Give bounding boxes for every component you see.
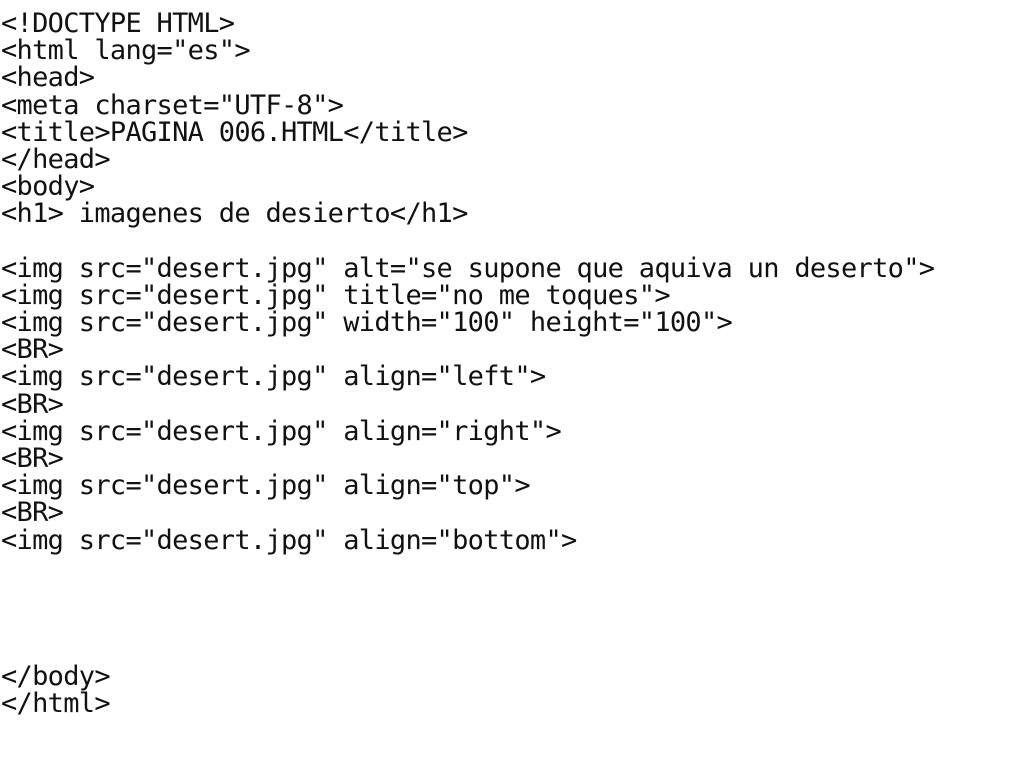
code-line-8[interactable]: <h1> imagenes de desierto</h1>: [0, 200, 1024, 227]
code-editor-text-area[interactable]: <!DOCTYPE HTML> <html lang="es"> <head> …: [0, 10, 1024, 768]
code-line-12[interactable]: <img src="desert.jpg" width="100" height…: [0, 309, 1024, 336]
code-line-20[interactable]: <img src="desert.jpg" align="bottom">: [0, 526, 1024, 553]
code-line-16[interactable]: <img src="desert.jpg" align="right">: [0, 418, 1024, 445]
code-line-25[interactable]: </body>: [0, 662, 1024, 689]
code-line-26[interactable]: </html>: [0, 689, 1024, 716]
code-line-13[interactable]: <BR>: [0, 336, 1024, 363]
code-line-15[interactable]: <BR>: [0, 390, 1024, 417]
code-line-4[interactable]: <meta charset="UTF-8">: [0, 91, 1024, 118]
code-line-14[interactable]: <img src="desert.jpg" align="left">: [0, 363, 1024, 390]
code-line-6[interactable]: </head>: [0, 146, 1024, 173]
code-line-19[interactable]: <BR>: [0, 499, 1024, 526]
code-line-21[interactable]: [0, 554, 1024, 581]
code-line-9[interactable]: [0, 228, 1024, 255]
code-line-10[interactable]: <img src="desert.jpg" alt="se supone que…: [0, 254, 1024, 281]
code-line-3[interactable]: <head>: [0, 64, 1024, 91]
code-line-23[interactable]: [0, 608, 1024, 635]
code-line-7[interactable]: <body>: [0, 173, 1024, 200]
code-line-2[interactable]: <html lang="es">: [0, 37, 1024, 64]
code-line-22[interactable]: [0, 581, 1024, 608]
code-line-5[interactable]: <title>PAGINA 006.HTML</title>: [0, 119, 1024, 146]
code-line-1[interactable]: <!DOCTYPE HTML>: [0, 10, 1024, 37]
code-line-11[interactable]: <img src="desert.jpg" title="no me toque…: [0, 282, 1024, 309]
code-line-17[interactable]: <BR>: [0, 445, 1024, 472]
code-line-24[interactable]: [0, 635, 1024, 662]
code-line-18[interactable]: <img src="desert.jpg" align="top">: [0, 472, 1024, 499]
